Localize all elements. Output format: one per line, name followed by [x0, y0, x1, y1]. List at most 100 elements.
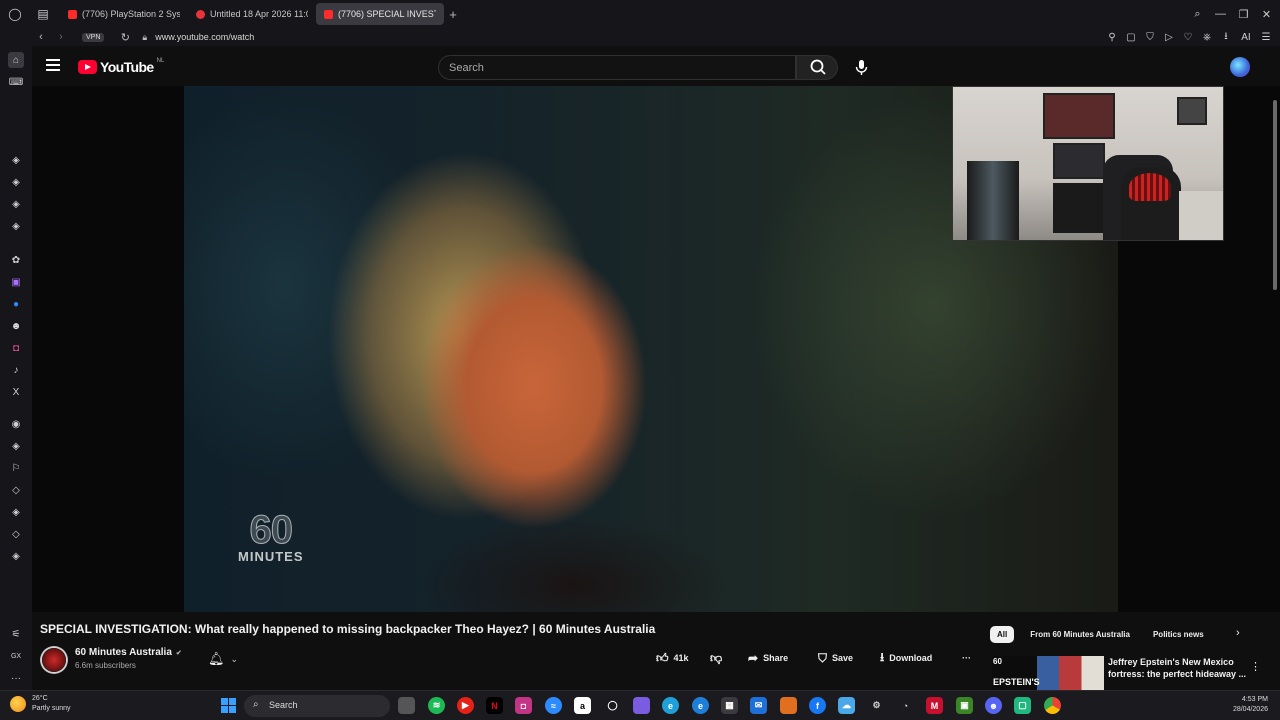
- tiktok-icon[interactable]: ♪: [8, 362, 24, 378]
- page-scrollbar[interactable]: [1272, 100, 1278, 296]
- gamepad-icon[interactable]: ⌨: [8, 74, 24, 90]
- weather-widget[interactable]: 26°C Partly sunny: [10, 694, 71, 714]
- share-button[interactable]: ➦ Share: [748, 649, 788, 667]
- orange-app-icon[interactable]: [780, 697, 797, 714]
- twitch-icon[interactable]: ▣: [8, 274, 24, 290]
- red-app-icon[interactable]: M: [926, 697, 943, 714]
- store-app-icon[interactable]: ▦: [721, 697, 738, 714]
- more-icon[interactable]: ···: [8, 670, 24, 686]
- search-input[interactable]: Search: [438, 55, 796, 80]
- wallet-icon[interactable]: ⎈: [1199, 32, 1215, 43]
- home-icon[interactable]: ⌂: [8, 52, 24, 68]
- speedometer-app-icon[interactable]: ◔: [897, 697, 914, 714]
- instagram-app-icon[interactable]: ◘: [515, 697, 532, 714]
- chevron-right-icon[interactable]: ›: [1236, 627, 1240, 639]
- sidebar-ext-7-icon[interactable]: ◈: [8, 504, 24, 520]
- download-button[interactable]: ⭳ Download: [880, 649, 932, 667]
- kebab-menu-icon[interactable]: ⋮: [1250, 660, 1261, 673]
- reload-icon[interactable]: ↻: [116, 31, 134, 44]
- edge-browser-icon[interactable]: e: [692, 697, 709, 714]
- tab-search-icon[interactable]: ⌕: [1188, 8, 1207, 21]
- gx-icon[interactable]: GX: [8, 648, 24, 664]
- tab-playstation[interactable]: (7706) PlayStation 2 Syste: [60, 3, 188, 25]
- spotify-app-icon[interactable]: ≋: [428, 697, 445, 714]
- sidebar-ext-4-icon[interactable]: ◈: [8, 218, 24, 234]
- task-view-icon[interactable]: [398, 697, 415, 714]
- start-button-icon[interactable]: [221, 698, 236, 713]
- url-field[interactable]: www.youtube.com/watch: [155, 32, 254, 42]
- search-button[interactable]: [796, 55, 838, 80]
- sidebar-ext-2-icon[interactable]: ◈: [8, 174, 24, 190]
- youtube-app-icon[interactable]: ▶: [457, 697, 474, 714]
- video-player[interactable]: 60 MINUTES: [32, 86, 1280, 612]
- subscribed-button[interactable]: 🔔︎ ⌄: [208, 651, 238, 667]
- forward-icon[interactable]: ›: [52, 31, 70, 43]
- green-app-icon[interactable]: ▢: [1014, 697, 1031, 714]
- back-icon[interactable]: ‹: [32, 31, 50, 43]
- youtube-logo[interactable]: YouTube NL: [78, 58, 164, 75]
- sidebar-ext-8-icon[interactable]: ◇: [8, 526, 24, 542]
- download-icon[interactable]: ⭳: [1218, 29, 1234, 46]
- chip-all[interactable]: All: [990, 626, 1015, 643]
- system-clock[interactable]: 4:53 PM 28/04/2026: [1220, 695, 1268, 715]
- opera-menu-icon[interactable]: ◯: [4, 3, 26, 25]
- vpn-badge[interactable]: VPN: [82, 32, 105, 42]
- messenger-icon[interactable]: ●: [8, 296, 24, 312]
- photos-app-icon[interactable]: [633, 697, 650, 714]
- tab-special-investigation[interactable]: (7706) SPECIAL INVESTIG: [316, 3, 444, 25]
- easy-setup-icon[interactable]: ☰: [1258, 32, 1274, 43]
- player-icon[interactable]: ▷: [1161, 32, 1177, 43]
- chatgpt-icon[interactable]: ✿: [8, 252, 24, 268]
- sidebar-ext-5-icon[interactable]: ◈: [8, 438, 24, 454]
- opera-gx-app-icon[interactable]: ◯: [604, 697, 621, 714]
- taskbar-search[interactable]: ⌕ Search: [244, 695, 390, 717]
- discord-app-icon[interactable]: ☻: [985, 697, 1002, 714]
- ai-icon[interactable]: AI: [1237, 32, 1255, 43]
- close-icon[interactable]: ✕: [1257, 8, 1276, 21]
- account-avatar[interactable]: [1230, 57, 1250, 77]
- minecraft-app-icon[interactable]: ▣: [956, 697, 973, 714]
- chrome-app-icon[interactable]: [1044, 697, 1061, 714]
- pinboard-icon[interactable]: ⚐: [8, 460, 24, 476]
- cloud-app-icon[interactable]: ☁: [838, 697, 855, 714]
- settings-slider-icon[interactable]: ⚟: [8, 626, 24, 642]
- channel-avatar[interactable]: [40, 646, 68, 674]
- settings-app-icon[interactable]: ⚙: [868, 697, 885, 714]
- recommended-video[interactable]: 60 EPSTEIN'S Jeffrey Epstein's New Mexic…: [992, 656, 1280, 690]
- shield-icon[interactable]: ⛉: [1142, 32, 1158, 43]
- x-icon[interactable]: X: [8, 384, 24, 400]
- heart-icon[interactable]: ♡: [1180, 32, 1196, 43]
- edge-app-icon[interactable]: e: [662, 697, 679, 714]
- lock-icon[interactable]: 🔒︎: [142, 32, 147, 43]
- channel-name[interactable]: 60 Minutes Australia ✔: [75, 647, 182, 658]
- like-button[interactable]: 👍︎ 41k: [656, 649, 689, 667]
- messenger-app-icon[interactable]: ≈: [545, 697, 562, 714]
- recommended-title[interactable]: Jeffrey Epstein's New Mexico fortress: t…: [1108, 656, 1248, 680]
- menu-icon[interactable]: [46, 59, 60, 71]
- amazon-app-icon[interactable]: a: [574, 697, 591, 714]
- voice-search-button[interactable]: [849, 55, 874, 80]
- tab-manager-icon[interactable]: ▤: [32, 3, 54, 25]
- tab-untitled[interactable]: Untitled 18 Apr 2026 11:03: [188, 3, 316, 25]
- sidebar-ext-6-icon[interactable]: ◇: [8, 482, 24, 498]
- recommended-thumbnail[interactable]: 60 EPSTEIN'S: [992, 656, 1104, 690]
- facebook-app-icon[interactable]: f: [809, 697, 826, 714]
- netflix-app-icon[interactable]: N: [486, 697, 503, 714]
- dislike-button[interactable]: 👎︎: [710, 649, 722, 667]
- chip-politics-news[interactable]: Politics news: [1146, 626, 1211, 643]
- save-button[interactable]: ⛉ Save: [818, 649, 853, 667]
- maximize-icon[interactable]: ❐: [1234, 8, 1253, 21]
- mail-app-icon[interactable]: ✉: [750, 697, 767, 714]
- instagram-icon[interactable]: ◘: [8, 340, 24, 356]
- minimize-icon[interactable]: —: [1211, 8, 1230, 21]
- sidebar-ext-1-icon[interactable]: ◈: [8, 152, 24, 168]
- new-tab-button[interactable]: +: [444, 7, 462, 22]
- snapshot-icon[interactable]: ▢: [1123, 32, 1139, 43]
- spotify-icon[interactable]: ◉: [8, 416, 24, 432]
- more-actions-button[interactable]: ···: [962, 649, 971, 667]
- sidebar-ext-3-icon[interactable]: ◈: [8, 196, 24, 212]
- chip-from-channel[interactable]: From 60 Minutes Australia: [1023, 626, 1137, 643]
- sidebar-ext-9-icon[interactable]: ◈: [8, 548, 24, 564]
- pin-icon[interactable]: ⚲: [1104, 32, 1120, 43]
- discord-icon[interactable]: ☻: [8, 318, 24, 334]
